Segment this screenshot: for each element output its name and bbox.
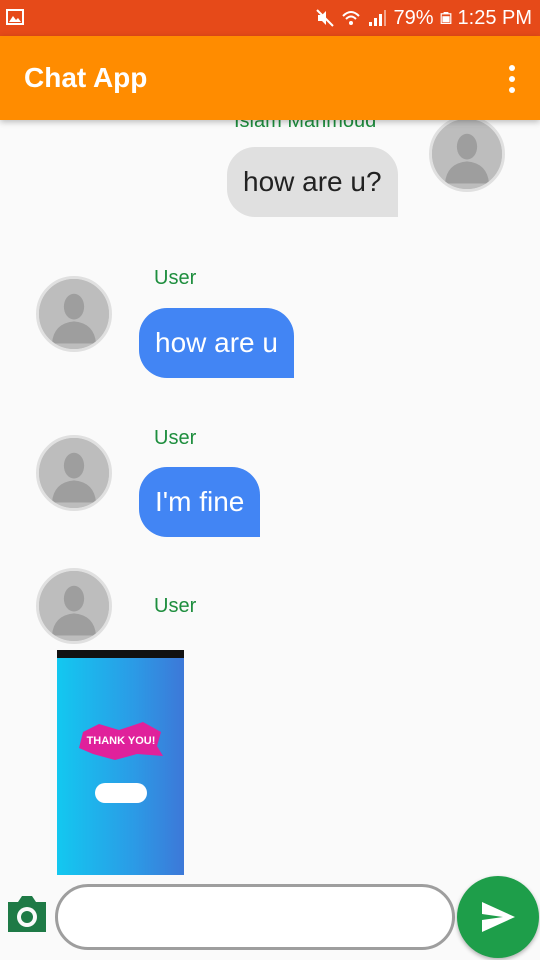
camera-icon[interactable] <box>4 892 50 936</box>
more-vert-icon[interactable] <box>506 64 518 94</box>
image-message[interactable]: THANK YOU! <box>57 650 184 875</box>
avatar <box>36 276 112 352</box>
gallery-icon <box>6 9 24 25</box>
thank-you-text: THANK YOU! <box>86 735 156 747</box>
signal-icon <box>369 10 387 26</box>
status-time: 1:25 PM <box>457 6 532 29</box>
image-pill <box>95 783 147 803</box>
wifi-icon <box>342 11 361 25</box>
app-title: Chat App <box>24 62 148 93</box>
person-icon <box>39 438 109 508</box>
send-button[interactable] <box>457 876 539 958</box>
avatar <box>36 435 112 511</box>
message-bubble: how are u? <box>227 147 398 217</box>
person-icon <box>39 571 109 641</box>
image-status-strip <box>57 650 184 658</box>
sender-name: User <box>154 427 197 449</box>
message-bubble: how are u <box>139 308 294 378</box>
mute-icon <box>316 9 335 27</box>
message-list[interactable]: Islam Mahmoud how are u? User how are u … <box>0 120 540 876</box>
status-bar: 79% 1:25 PM <box>0 0 540 36</box>
person-icon <box>432 120 502 189</box>
sender-name: Islam Mahmoud <box>234 120 377 132</box>
send-icon <box>482 902 515 932</box>
app-bar: Chat App <box>0 36 540 120</box>
status-icons: 79% 1:25 PM <box>315 0 532 36</box>
avatar <box>429 120 505 192</box>
battery-icon <box>440 12 451 24</box>
battery-percent: 79% <box>393 6 434 29</box>
avatar <box>36 568 112 644</box>
sender-name: User <box>154 267 197 289</box>
sender-name: User <box>154 595 197 617</box>
person-icon <box>39 279 109 349</box>
message-bubble: I'm fine <box>139 467 261 537</box>
message-input[interactable] <box>55 884 455 950</box>
thank-you-graphic: THANK YOU! <box>79 722 163 760</box>
